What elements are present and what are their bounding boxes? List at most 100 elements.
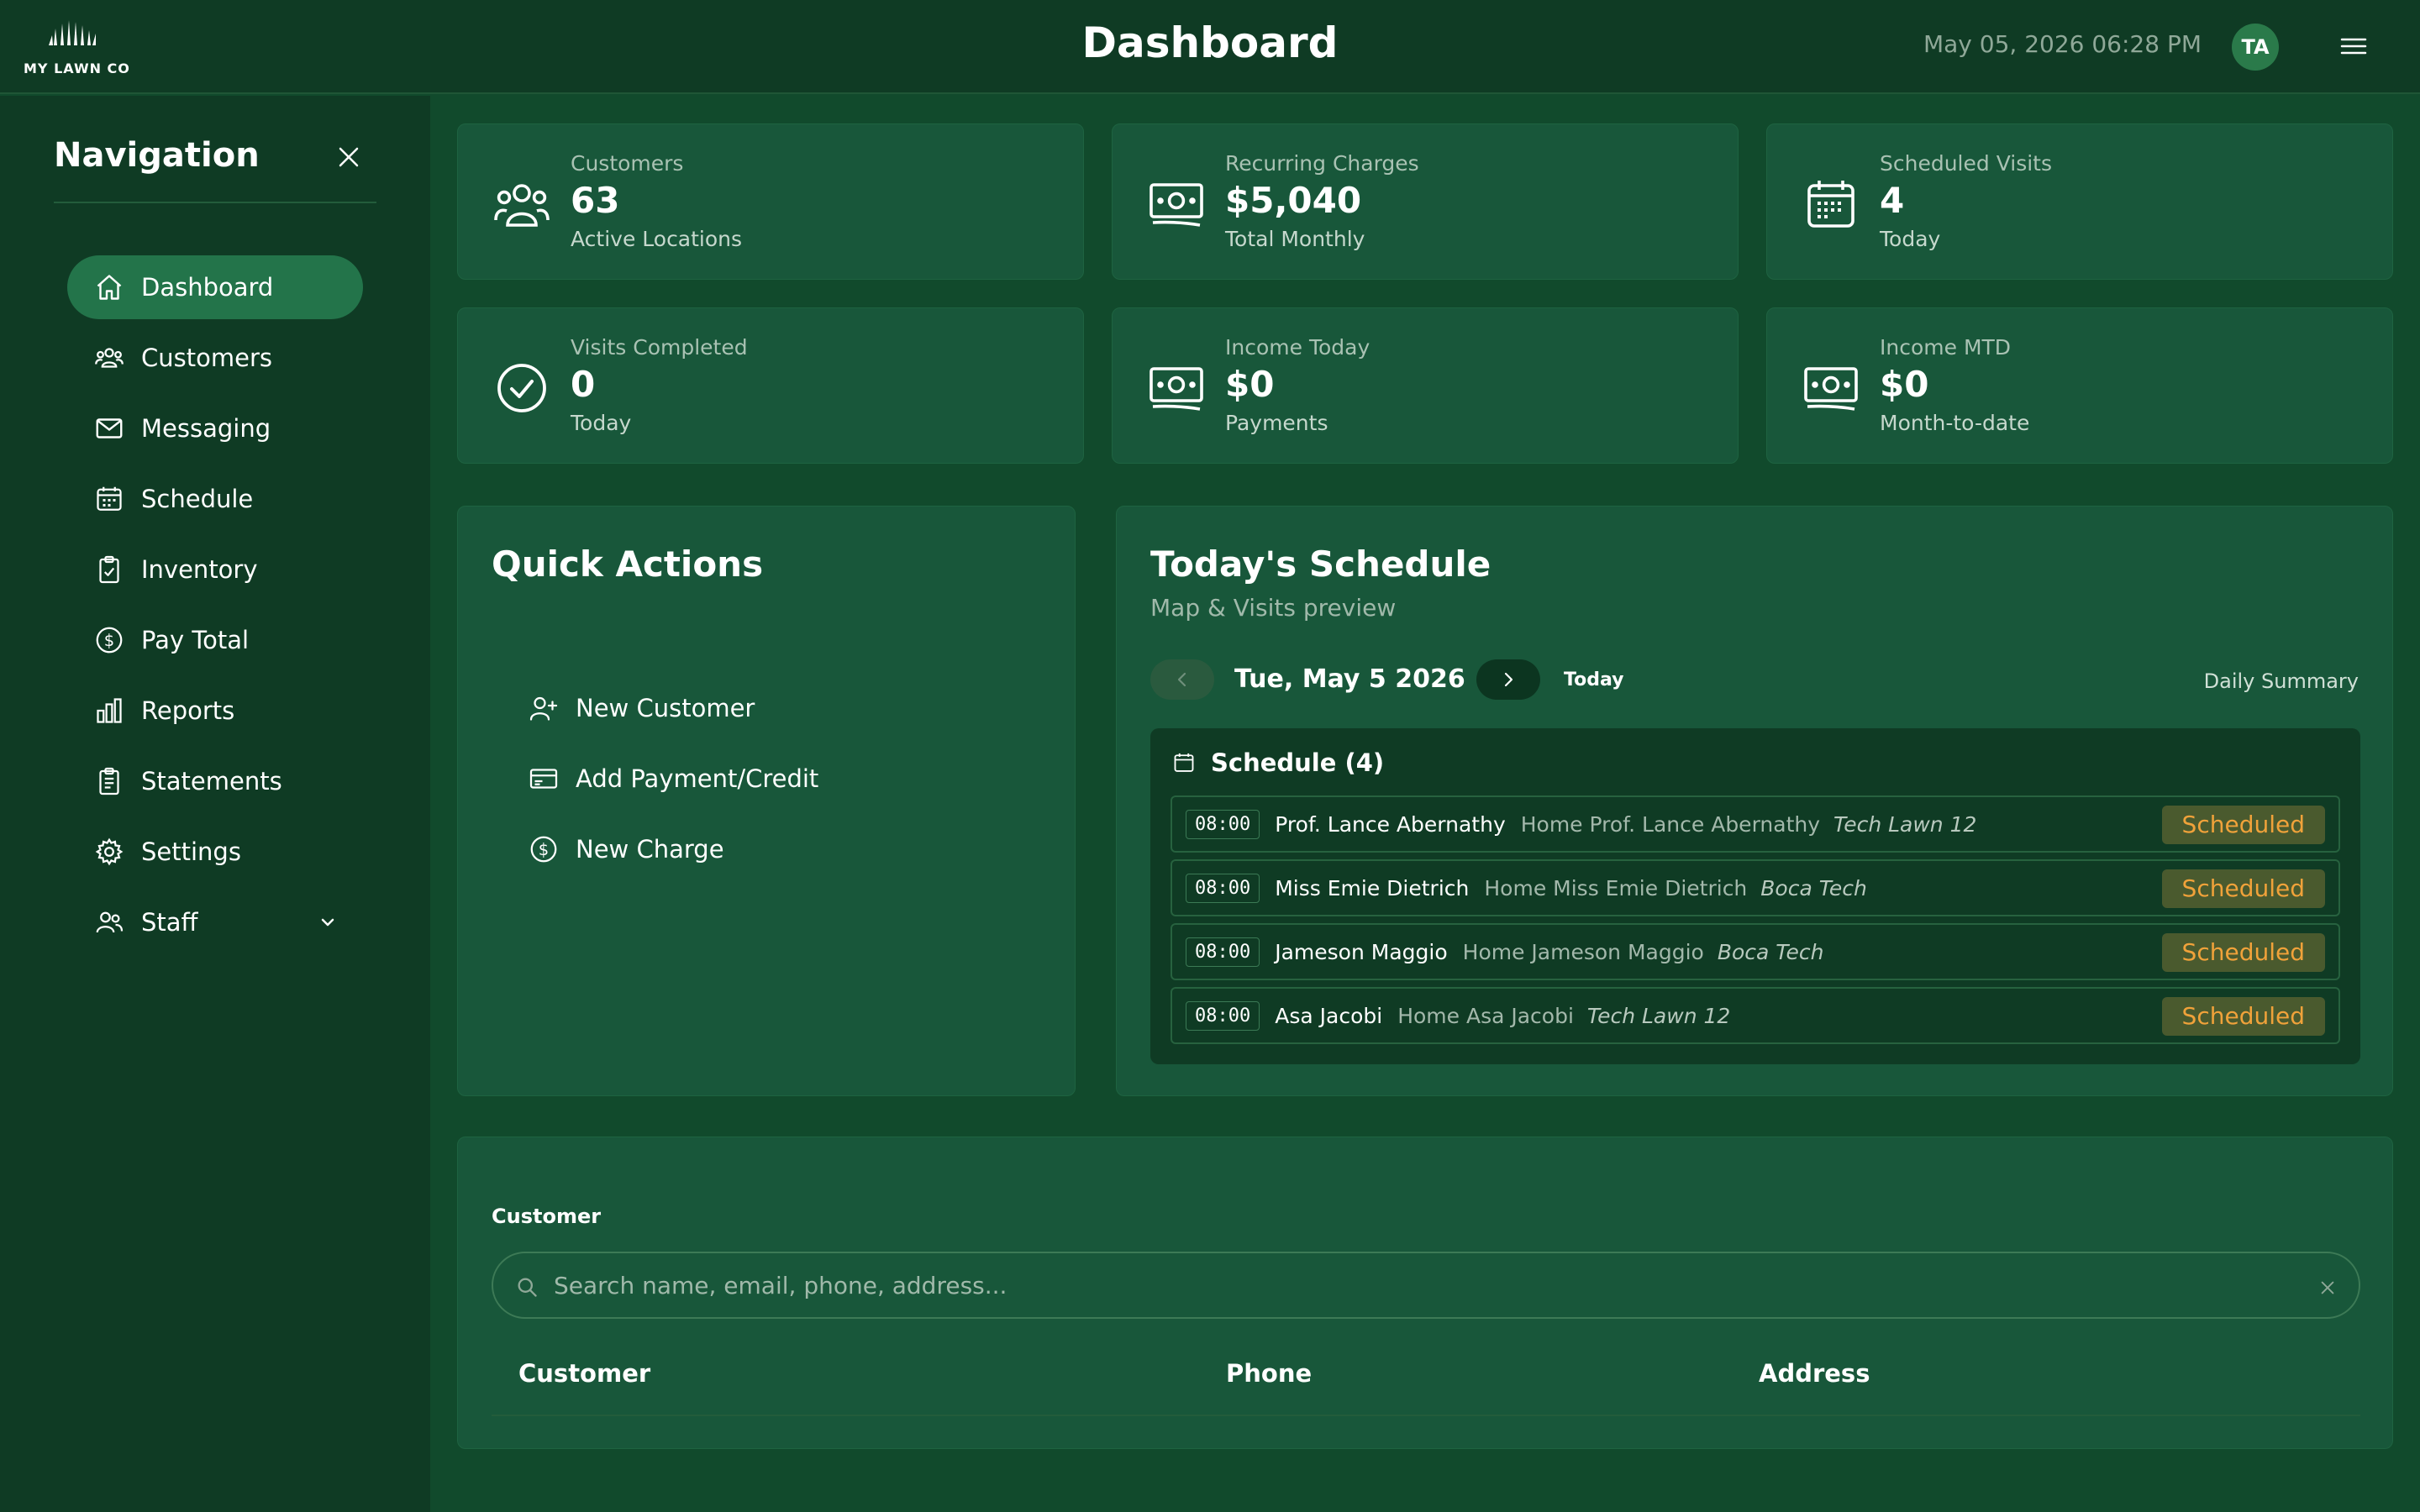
schedule-row[interactable]: 08:00 Asa Jacobi Home Asa Jacobi Tech La…	[1171, 987, 2340, 1044]
stat-card-scheduled-visits[interactable]: Scheduled Visits 4 Today	[1766, 123, 2393, 280]
new-charge-button[interactable]: $ New Charge	[529, 814, 818, 885]
chevron-right-icon	[1504, 672, 1513, 687]
customer-search-label: Customer	[492, 1205, 602, 1228]
sidebar-item-pay-total[interactable]: $ Pay Total	[67, 608, 363, 672]
sidebar-close-button[interactable]	[334, 143, 363, 171]
sidebar-item-dashboard[interactable]: Dashboard	[67, 255, 363, 319]
cash-icon	[1150, 183, 1203, 227]
sidebar-item-settings[interactable]: Settings	[67, 820, 363, 884]
stat-subtext: Payments	[1225, 411, 1328, 435]
clipboard-check-icon	[99, 555, 119, 584]
schedule-list-box: Schedule (4) 08:00 Prof. Lance Abernathy…	[1150, 728, 2360, 1064]
stat-label: Visits Completed	[571, 335, 748, 360]
status-badge: Scheduled	[2161, 869, 2325, 908]
chevron-left-icon	[1177, 672, 1186, 687]
sidebar-item-label: Settings	[141, 837, 241, 866]
search-icon	[518, 1278, 537, 1297]
new-customer-button[interactable]: New Customer	[529, 673, 818, 743]
user-avatar[interactable]: TA	[2232, 24, 2279, 71]
stat-card-recurring-charges[interactable]: Recurring Charges $5,040 Total Monthly	[1112, 123, 1739, 280]
column-header-address[interactable]: Address	[1759, 1359, 1870, 1388]
schedule-row[interactable]: 08:00 Prof. Lance Abernathy Home Prof. L…	[1171, 795, 2340, 853]
stat-value: $0	[1880, 364, 1929, 405]
sidebar-item-messaging[interactable]: Messaging	[67, 396, 363, 460]
stat-value: 4	[1880, 180, 1905, 221]
sidebar-item-schedule[interactable]: Schedule	[67, 467, 363, 531]
quick-actions-title: Quick Actions	[492, 543, 764, 585]
close-icon	[339, 147, 359, 167]
quick-action-label: Add Payment/Credit	[576, 764, 819, 793]
sidebar-item-label: Statements	[141, 767, 282, 795]
hamburger-icon	[2340, 38, 2367, 55]
schedule-subtitle: Map & Visits preview	[1150, 594, 1397, 622]
cash-icon	[1804, 367, 1858, 411]
schedule-list-header: Schedule (4)	[1172, 748, 1384, 777]
user-plus-icon	[529, 696, 558, 721]
quick-action-label: New Customer	[576, 694, 755, 722]
column-header-customer[interactable]: Customer	[518, 1359, 650, 1388]
sidebar-item-reports[interactable]: Reports	[67, 679, 363, 743]
brand-logo[interactable]: MY LAWN CO	[24, 20, 129, 76]
sidebar-item-label: Dashboard	[141, 273, 274, 302]
grass-logo-icon	[49, 20, 96, 45]
visit-location: Home Miss Emie Dietrich	[1484, 875, 1748, 900]
schedule-title: Today's Schedule	[1150, 543, 1491, 585]
daily-summary-link[interactable]: Daily Summary	[2204, 669, 2359, 693]
page-title: Dashboard	[1081, 18, 1339, 67]
stat-subtext: Today	[1880, 227, 1941, 251]
visit-customer: Prof. Lance Abernathy	[1275, 811, 1506, 837]
sidebar-item-inventory[interactable]: Inventory	[67, 538, 363, 601]
stat-subtext: Active Locations	[571, 227, 743, 251]
today-button[interactable]: Today	[1564, 669, 1623, 690]
column-header-phone[interactable]: Phone	[1226, 1359, 1312, 1388]
svg-text:$: $	[104, 631, 114, 650]
quick-action-label: New Charge	[576, 835, 724, 864]
schedule-row[interactable]: 08:00 Jameson Maggio Home Jameson Maggio…	[1171, 923, 2340, 980]
cash-icon	[1150, 367, 1203, 411]
add-payment-credit-button[interactable]: Add Payment/Credit	[529, 743, 818, 814]
visit-time: 08:00	[1186, 937, 1260, 967]
users-icon	[494, 184, 550, 227]
stat-label: Income MTD	[1880, 335, 2012, 360]
current-datetime: May 05, 2026 06:28 PM	[1923, 30, 2202, 58]
calendar-icon	[1174, 753, 1194, 772]
sidebar-item-label: Schedule	[141, 485, 254, 513]
gear-icon	[95, 837, 124, 866]
schedule-row[interactable]: 08:00 Miss Emie Dietrich Home Miss Emie …	[1171, 859, 2340, 916]
sidebar-item-staff[interactable]: Staff	[67, 890, 363, 954]
users-icon	[95, 348, 124, 368]
dollar-circle-icon: $	[96, 627, 123, 654]
schedule-list-title: Schedule (4)	[1211, 748, 1385, 777]
home-icon	[97, 275, 122, 300]
stat-label: Customers	[571, 151, 684, 176]
sidebar-item-label: Inventory	[141, 555, 258, 584]
stat-subtext: Total Monthly	[1225, 227, 1365, 251]
staff-icon	[96, 911, 124, 933]
stat-card-visits-completed[interactable]: Visits Completed 0 Today	[457, 307, 1084, 464]
sidebar-item-customers[interactable]: Customers	[67, 326, 363, 390]
previous-day-button[interactable]	[1150, 659, 1214, 700]
visit-technician: Tech Lawn 12	[1586, 1003, 1731, 1028]
mail-icon	[96, 418, 123, 438]
menu-button[interactable]	[2339, 34, 2368, 59]
clear-search-icon[interactable]	[2318, 1278, 2337, 1297]
check-circle-icon	[497, 364, 546, 412]
stat-card-income-mtd[interactable]: Income MTD $0 Month-to-date	[1766, 307, 2393, 464]
customer-search-input[interactable]	[554, 1265, 2285, 1305]
stat-card-customers[interactable]: Customers 63 Active Locations	[457, 123, 1084, 280]
next-day-button[interactable]	[1476, 659, 1540, 700]
stat-subtext: Month-to-date	[1880, 411, 2030, 435]
status-badge: Scheduled	[2161, 933, 2325, 972]
chevron-down-icon[interactable]	[318, 912, 338, 932]
visit-location: Home Asa Jacobi	[1397, 1003, 1574, 1028]
top-bar: MY LAWN CO Dashboard May 05, 2026 06:28 …	[0, 0, 2420, 94]
sidebar-item-label: Customers	[141, 344, 272, 372]
sidebar-item-statements[interactable]: Statements	[67, 749, 363, 813]
status-badge: Scheduled	[2161, 806, 2325, 844]
stat-card-income-today[interactable]: Income Today $0 Payments	[1112, 307, 1739, 464]
sidebar-item-label: Reports	[141, 696, 235, 725]
stat-value: 63	[571, 180, 620, 221]
visit-time: 08:00	[1186, 809, 1260, 839]
visit-location: Home Prof. Lance Abernathy	[1520, 811, 1821, 837]
table-header-divider	[492, 1415, 2360, 1416]
